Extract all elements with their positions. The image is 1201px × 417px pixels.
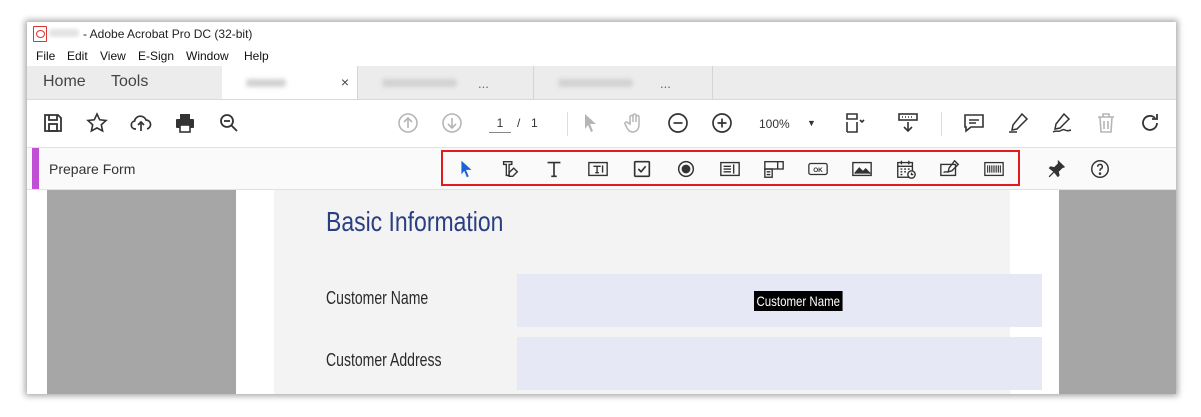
tool-accent-bar — [32, 148, 39, 189]
main-toolbar: 1 / 1 100% ▼ — [27, 100, 1176, 148]
customer-name-label: Customer Name — [326, 288, 429, 308]
prepare-form-title: Prepare Form — [49, 161, 136, 177]
redacted-tab-name — [382, 79, 457, 87]
title-bar: - Adobe Acrobat Pro DC (32-bit) — [27, 22, 1176, 48]
close-tab-icon[interactable]: × — [341, 74, 349, 90]
toolbar-divider — [941, 112, 942, 136]
menu-edit[interactable]: Edit — [67, 49, 88, 63]
delete-icon[interactable] — [1091, 108, 1121, 138]
tab-bar: Home Tools × ... ... — [27, 66, 1176, 100]
print-icon[interactable] — [170, 108, 200, 138]
comment-icon[interactable] — [959, 108, 989, 138]
save-icon[interactable] — [38, 108, 68, 138]
sign-icon[interactable] — [1047, 108, 1077, 138]
cloud-upload-icon[interactable] — [126, 108, 156, 138]
tab-overflow-text: ... — [660, 76, 671, 91]
menu-view[interactable]: View — [100, 49, 126, 63]
acrobat-app-icon — [33, 26, 47, 42]
customer-address-label: Customer Address — [326, 350, 442, 370]
document-tab-active[interactable]: × — [222, 66, 357, 99]
tab-tools[interactable]: Tools — [111, 73, 148, 91]
date-field-icon[interactable] — [893, 156, 919, 182]
page-separator: / — [517, 116, 521, 130]
signature-field-icon[interactable] — [937, 156, 963, 182]
zoom-level[interactable]: 100% — [759, 117, 790, 131]
dropdown-icon[interactable] — [761, 156, 787, 182]
select-arrow-icon[interactable] — [453, 156, 479, 182]
viewer-background-right — [1059, 190, 1176, 394]
zoom-in-icon[interactable] — [707, 108, 737, 138]
help-icon[interactable] — [1087, 156, 1113, 182]
redacted-file-name — [49, 29, 79, 37]
fit-page-icon[interactable] — [839, 108, 869, 138]
menu-bar: File Edit View E-Sign Window Help — [27, 48, 1176, 66]
document-tab[interactable]: ... — [357, 66, 534, 99]
customer-name-field[interactable]: Customer Name — [517, 274, 1042, 327]
radio-button-icon[interactable] — [673, 156, 699, 182]
pin-icon[interactable] — [1043, 156, 1069, 182]
text-field-edit-icon[interactable] — [497, 156, 523, 182]
button-ok-label: OK — [813, 167, 823, 174]
redacted-tab-name — [246, 79, 286, 87]
search-zoom-icon[interactable] — [214, 108, 244, 138]
acrobat-window: - Adobe Acrobat Pro DC (32-bit) File Edi… — [27, 22, 1176, 394]
menu-window[interactable]: Window — [186, 49, 229, 63]
page-up-icon[interactable] — [393, 108, 423, 138]
menu-file[interactable]: File — [36, 49, 55, 63]
zoom-dropdown-icon[interactable]: ▼ — [807, 118, 816, 128]
rotate-icon[interactable] — [1135, 108, 1165, 138]
menu-help[interactable]: Help — [244, 49, 269, 63]
tab-overflow-text: ... — [478, 76, 489, 91]
select-arrow-icon[interactable] — [575, 108, 605, 138]
checkbox-icon[interactable] — [629, 156, 655, 182]
redacted-tab-name — [558, 79, 633, 87]
barcode-icon[interactable] — [981, 156, 1007, 182]
document-tab[interactable]: ... — [533, 66, 713, 99]
viewer-background-left — [47, 190, 236, 394]
page-number-input[interactable]: 1 — [489, 116, 511, 133]
button-ok-icon[interactable]: OK — [805, 156, 831, 182]
customer-name-field-tag: Customer Name — [754, 291, 843, 311]
page-content: Basic Information Customer Name Customer… — [274, 190, 1042, 394]
list-box-icon[interactable] — [717, 156, 743, 182]
zoom-out-icon[interactable] — [663, 108, 693, 138]
tab-home[interactable]: Home — [43, 73, 86, 91]
hand-icon[interactable] — [619, 108, 649, 138]
highlight-pen-icon[interactable] — [1003, 108, 1033, 138]
customer-address-field[interactable] — [517, 337, 1042, 390]
document-viewer[interactable]: Basic Information Customer Name Customer… — [27, 190, 1176, 394]
text-icon[interactable] — [541, 156, 567, 182]
image-field-icon[interactable] — [849, 156, 875, 182]
page-total: 1 — [531, 116, 538, 130]
page-down-icon[interactable] — [437, 108, 467, 138]
window-title: - Adobe Acrobat Pro DC (32-bit) — [83, 27, 253, 41]
text-field-icon[interactable] — [585, 156, 611, 182]
toolbar-divider — [567, 112, 568, 136]
menu-esign[interactable]: E-Sign — [138, 49, 174, 63]
star-icon[interactable] — [82, 108, 112, 138]
pdf-page: Basic Information Customer Name Customer… — [236, 190, 1059, 394]
section-title: Basic Information — [326, 206, 504, 237]
prepare-form-toolbar: Prepare Form OK — [27, 148, 1176, 190]
scroll-mode-icon[interactable] — [893, 108, 923, 138]
